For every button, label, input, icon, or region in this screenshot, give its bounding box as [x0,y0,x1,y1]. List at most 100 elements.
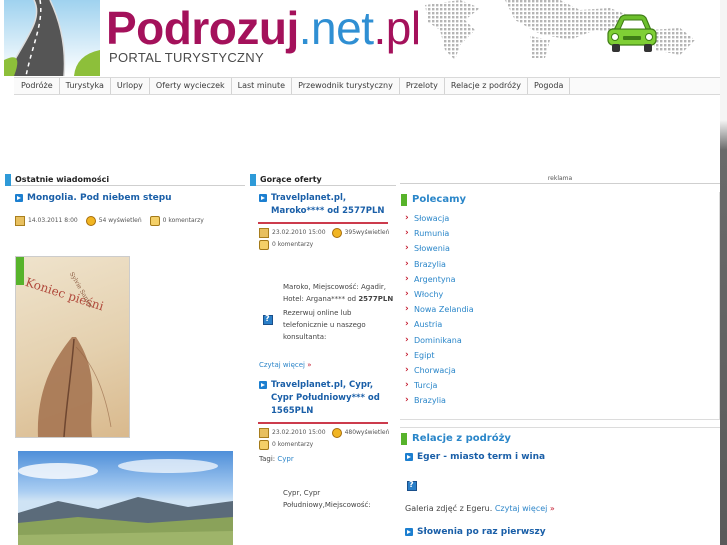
site-logo-title[interactable]: Podrozuj.net.pl [106,2,421,54]
book-cover-image[interactable]: Koniec pieśni Sylvie Santer [15,256,130,438]
ad-label: reklama [400,174,720,184]
car-icon [607,14,657,52]
recommended-item[interactable]: Austria [405,317,719,332]
travel-reports-heading: Relacje z podróży [400,431,720,447]
arrow-bullet-icon [405,528,413,536]
recommended-item[interactable]: Brazylia [405,257,719,272]
hot-offers-column: Gorące oferty Travelplanet.pl, Maroko***… [250,174,396,511]
offer1-more-row: Czytaj więcej » [259,359,396,371]
nav-item-last-minute[interactable]: Last minute [232,78,293,94]
latest-news-heading: Ostatnie wiadomości [5,174,245,186]
comments-icon [259,440,269,450]
comments-icon [149,216,160,226]
offer1-divider [258,222,388,224]
offer2-views: 480 [344,429,357,436]
latest-news-column: Ostatnie wiadomości Mongolia. Pod niebem… [5,174,245,545]
raquo-icon: » [549,504,555,513]
views-icon [85,216,96,226]
recommended-item[interactable]: Egipt [405,348,719,363]
report2-title: Słowenia po raz pierwszy [417,527,546,537]
offer1-title: Travelplanet.pl, Maroko**** od 2577PLN [271,193,385,216]
recommended-heading: Polecamy [400,192,719,208]
report1-title: Eger - miasto term i wina [417,452,546,462]
calendar-icon [259,428,269,438]
offer1-date: 23.02.2010 15:00 [272,229,326,236]
world-map-decoration-icon [425,0,695,60]
views-icon [331,428,342,438]
recommended-item[interactable]: Chorwacja [405,363,719,378]
recommended-item[interactable]: Dominikana [405,333,719,348]
article-title: Mongolia. Pod niebem stepu [27,193,172,203]
arrow-bullet-icon [259,381,267,389]
offer2-body: Cypr, Cypr Południowy,Miejscowość: [283,489,371,509]
article-comments[interactable]: 0 komentarzy [163,215,204,227]
feather-illustration-icon [37,337,112,437]
arrow-bullet-icon [405,453,413,461]
article-date: 14.03.2011 8:00 [28,217,78,224]
raquo-icon: » [307,361,312,369]
report1-text-row: Galeria zdjęć z Egeru. Czytaj więcej » [405,503,720,515]
offer2-divider [258,422,388,424]
offer2-comments[interactable]: 0 komentarzy [272,439,313,451]
article-views: 54 wyświetleń [98,217,142,224]
landscape-hills-icon [18,459,233,545]
nav-item-urlopy[interactable]: Urlopy [111,78,150,94]
comments-icon [259,240,269,250]
logo-part-3: .pl [373,2,422,54]
logo-part-1: Podrozuj [106,2,299,54]
nav-item-przeloty[interactable]: Przeloty [400,78,445,94]
offer2-meta: 23.02.2010 15:00 480 wyświetleń 0 koment… [259,427,396,451]
nav-item-przewodnik[interactable]: Przewodnik turystyczny [292,78,400,94]
offer2-tags: Tagi: Cypr [259,453,396,465]
recommended-item[interactable]: Argentyna [405,272,719,287]
offer2-views-suffix: wyświetleń [356,429,390,436]
report1-image-placeholder-icon [407,480,417,491]
recommended-item[interactable]: Turcja [405,378,719,393]
site-header: Podrozuj.net.pl PORTAL TURYSTYCZNY [0,0,727,76]
offer2-title-link[interactable]: Travelplanet.pl, Cypr, Cypr Południowy**… [259,379,396,418]
report1-title-link[interactable]: Eger - miasto term i wina [405,451,720,464]
road-logo-icon[interactable] [4,0,100,76]
report1-read-more-link[interactable]: Czytaj więcej [495,504,548,513]
hot-offers-heading: Gorące oferty [250,174,396,186]
arrow-bullet-icon [15,194,23,202]
views-icon [331,228,342,238]
nav-item-turystyka[interactable]: Turystyka [60,78,111,94]
recommended-item[interactable]: Słowenia [405,241,719,256]
offer1-views: 395 [344,229,357,236]
offer1-title-link[interactable]: Travelplanet.pl, Maroko**** od 2577PLN [259,192,396,218]
main-navigation: Podróże Turystyka Urlopy Oferty wyciecze… [14,77,727,95]
offer1-body: Maroko, Miejscowość: Agadir, Hotel: Arga… [283,281,398,343]
recommended-item[interactable]: Słowacja [405,211,719,226]
nav-item-oferty-wycieczek[interactable]: Oferty wycieczek [150,78,232,94]
nav-item-relacje[interactable]: Relacje z podróży [445,78,528,94]
mongolia-landscape-photo[interactable] [18,451,233,545]
report1-text: Galeria zdjęć z Egeru. [405,504,493,513]
offer2-title: Travelplanet.pl, Cypr, Cypr Południowy**… [271,380,380,416]
site-subtitle: PORTAL TURYSTYCZNY [109,50,264,65]
right-sidebar: reklama Polecamy Słowacja Rumunia Słowen… [400,174,720,545]
recommended-item[interactable]: Nowa Zelandia [405,302,719,317]
recommended-item[interactable]: Rumunia [405,226,719,241]
logo-part-2: .net [298,2,374,54]
recommended-item[interactable]: Włochy [405,287,719,302]
nav-item-pogoda[interactable]: Pogoda [528,78,571,94]
offer1-image-placeholder-icon [263,314,273,325]
article-title-link[interactable]: Mongolia. Pod niebem stepu [15,192,245,205]
offer2-tags-label: Tagi: [259,455,276,463]
offer2-date: 23.02.2010 15:00 [272,429,326,436]
nav-item-podroze[interactable]: Podróże [14,78,60,94]
offer1-read-more-link[interactable]: Czytaj więcej [259,361,305,369]
report2-title-link[interactable]: Słowenia po raz pierwszy [405,526,720,539]
travel-reports-box: Relacje z podróży Eger - miasto term i w… [400,427,720,545]
scrollbar-edge[interactable] [720,0,727,545]
recommended-item[interactable]: Brazylia [405,393,719,408]
recommended-box: Polecamy Słowacja Rumunia Słowenia Brazy… [400,192,720,420]
offer1-price: 2577PLN [358,295,394,303]
calendar-icon [15,216,25,226]
offer2-tag-link[interactable]: Cypr [277,455,293,463]
offer1-comments[interactable]: 0 komentarzy [272,239,313,251]
arrow-bullet-icon [259,194,267,202]
article-meta: 14.03.2011 8:00 54 wyświetleń 0 komentar… [15,215,245,227]
offer1-views-suffix: wyświetleń [356,229,390,236]
